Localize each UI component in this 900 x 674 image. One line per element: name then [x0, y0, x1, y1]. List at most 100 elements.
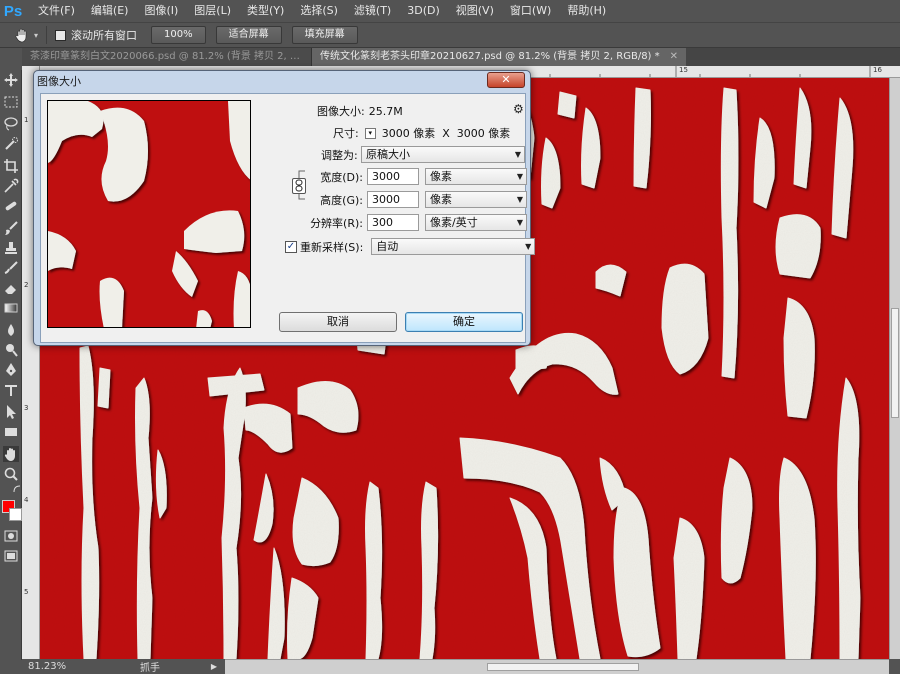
chevron-down-icon: ▼	[514, 150, 521, 159]
ruler-mark: 4	[24, 496, 29, 504]
rectangle-tool-icon[interactable]	[3, 424, 19, 440]
scroll-all-label: 滚动所有窗口	[71, 29, 138, 42]
menu-image[interactable]: 图像(I)	[136, 0, 186, 22]
resample-label: 重新采样(S):	[300, 240, 364, 254]
dimensions-value: 3000 像素 X 3000 像素	[381, 127, 511, 140]
zoom-level-field[interactable]: 81.23%	[22, 661, 84, 672]
height-unit-value: 像素	[430, 193, 452, 206]
resample-select[interactable]: 自动 ▼	[371, 238, 536, 255]
hand-icon[interactable]	[12, 25, 32, 45]
tab-label: 传统文化篆刻老茶头印章20210627.psd @ 81.2% (背景 拷贝 2…	[320, 51, 660, 62]
pen-tool-icon[interactable]	[3, 362, 19, 378]
swap-colors-icon[interactable]	[12, 484, 22, 494]
chevron-down-icon[interactable]: ▾	[34, 31, 38, 40]
eyedropper-tool-icon[interactable]	[3, 178, 19, 194]
width-row: 宽度(D): 3000 像素 ▼	[311, 168, 527, 185]
resample-row: ✓ 重新采样(S): 自动 ▼	[285, 238, 536, 255]
link-icon[interactable]	[292, 178, 306, 194]
tab-document-1[interactable]: 茶漆印章篆刻白文2020066.psd @ 81.2% (背景 拷贝 2, RG…	[22, 48, 312, 66]
resample-checkbox[interactable]: ✓	[285, 240, 297, 253]
move-tool-icon[interactable]	[3, 72, 19, 88]
type-tool-icon[interactable]	[3, 382, 19, 398]
resolution-label: 分辨率(R):	[310, 216, 363, 230]
healing-brush-tool-icon[interactable]	[3, 198, 19, 214]
status-text: 抓手	[140, 663, 160, 674]
preview-artwork	[48, 101, 250, 327]
background-color-swatch[interactable]	[9, 508, 22, 521]
resample-value: 自动	[376, 240, 399, 253]
ok-button[interactable]: 确定	[405, 312, 523, 332]
gradient-tool-icon[interactable]	[3, 300, 19, 316]
resolution-unit-select[interactable]: 像素/英寸 ▼	[425, 214, 527, 231]
menu-help[interactable]: 帮助(H)	[559, 0, 614, 22]
close-icon[interactable]: ✕	[670, 48, 678, 66]
menu-type[interactable]: 类型(Y)	[239, 0, 292, 22]
horizontal-scroll-thumb[interactable]	[487, 663, 639, 671]
chevron-down-icon: ▼	[516, 172, 523, 181]
chevron-down-icon: ▼	[516, 218, 523, 227]
hand-tool-icon[interactable]	[3, 446, 19, 462]
menu-layer[interactable]: 图层(L)	[186, 0, 239, 22]
cancel-button[interactable]: 取消	[279, 312, 397, 332]
menu-filter[interactable]: 滤镜(T)	[346, 0, 399, 22]
horizontal-scrollbar[interactable]	[225, 659, 889, 674]
quick-select-tool-icon[interactable]	[3, 136, 19, 152]
scroll-all-checkbox[interactable]	[55, 29, 67, 41]
ruler-mark: 1	[24, 116, 29, 124]
width-label: 宽度(D):	[320, 170, 363, 184]
lasso-tool-icon[interactable]	[3, 116, 19, 132]
quick-mask-icon[interactable]	[3, 528, 19, 544]
screen-mode-icon[interactable]	[3, 548, 19, 564]
menu-file[interactable]: 文件(F)	[30, 0, 83, 22]
vertical-scrollbar[interactable]	[889, 78, 900, 659]
close-icon[interactable]: ✕	[487, 72, 525, 88]
status-arrow-icon[interactable]: ▶	[211, 662, 217, 671]
fit-to-select[interactable]: 原稿大小 ▼	[361, 146, 525, 163]
ruler-mark: 5	[24, 588, 29, 596]
width-input[interactable]: 3000	[367, 168, 419, 185]
path-selection-tool-icon[interactable]	[3, 404, 19, 420]
height-unit-select[interactable]: 像素 ▼	[425, 191, 527, 208]
clone-stamp-tool-icon[interactable]	[3, 240, 19, 256]
tab-label: 茶漆印章篆刻白文2020066.psd @ 81.2% (背景 拷贝 2, RG…	[30, 51, 303, 62]
dimensions-row: 尺寸: ▾ 3000 像素 X 3000 像素	[333, 125, 510, 141]
vertical-scroll-thumb[interactable]	[891, 308, 899, 418]
status-bar: 81.23% 抓手 ▶	[22, 659, 225, 674]
menu-view[interactable]: 视图(V)	[448, 0, 502, 22]
dialog-title: 图像大小	[37, 75, 81, 88]
ruler-mark: 3	[24, 404, 29, 412]
chevron-down-icon: ▼	[516, 195, 523, 204]
image-size-value: 25.7M	[368, 104, 403, 118]
crop-tool-icon[interactable]	[3, 158, 19, 174]
blur-tool-icon[interactable]	[3, 322, 19, 338]
fit-to-value: 原稿大小	[366, 148, 410, 161]
dodge-tool-icon[interactable]	[3, 342, 19, 358]
brush-tool-icon[interactable]	[3, 220, 19, 236]
history-brush-tool-icon[interactable]	[3, 260, 19, 276]
image-preview[interactable]	[47, 100, 251, 328]
marquee-tool-icon[interactable]	[3, 94, 19, 110]
menu-edit[interactable]: 编辑(E)	[83, 0, 137, 22]
height-row: 高度(G): 3000 像素 ▼	[311, 191, 527, 208]
width-unit-select[interactable]: 像素 ▼	[425, 168, 527, 185]
tab-document-2[interactable]: 传统文化篆刻老茶头印章20210627.psd @ 81.2% (背景 拷贝 2…	[312, 48, 687, 66]
ruler-mark: 15	[679, 66, 688, 74]
resolution-row: 分辨率(R): 300 像素/英寸 ▼	[299, 214, 527, 231]
dimensions-unit-toggle[interactable]: ▾	[364, 127, 376, 139]
eraser-tool-icon[interactable]	[3, 280, 19, 296]
menu-3d[interactable]: 3D(D)	[399, 0, 448, 22]
width-unit-value: 像素	[430, 170, 452, 183]
zoom-100-button[interactable]: 100%	[151, 26, 206, 44]
zoom-tool-icon[interactable]	[3, 466, 19, 482]
dimensions-label: 尺寸:	[333, 127, 359, 140]
fill-screen-button[interactable]: 填充屏幕	[291, 26, 358, 44]
fit-screen-button[interactable]: 适合屏幕	[215, 26, 282, 44]
resolution-input[interactable]: 300	[367, 214, 419, 231]
menu-select[interactable]: 选择(S)	[292, 0, 346, 22]
fit-to-label: 调整为:	[321, 148, 358, 162]
gear-icon[interactable]: ⚙	[513, 102, 524, 116]
menu-window[interactable]: 窗口(W)	[502, 0, 559, 22]
separator	[46, 26, 48, 44]
height-input[interactable]: 3000	[367, 191, 419, 208]
resolution-unit-value: 像素/英寸	[430, 216, 478, 229]
